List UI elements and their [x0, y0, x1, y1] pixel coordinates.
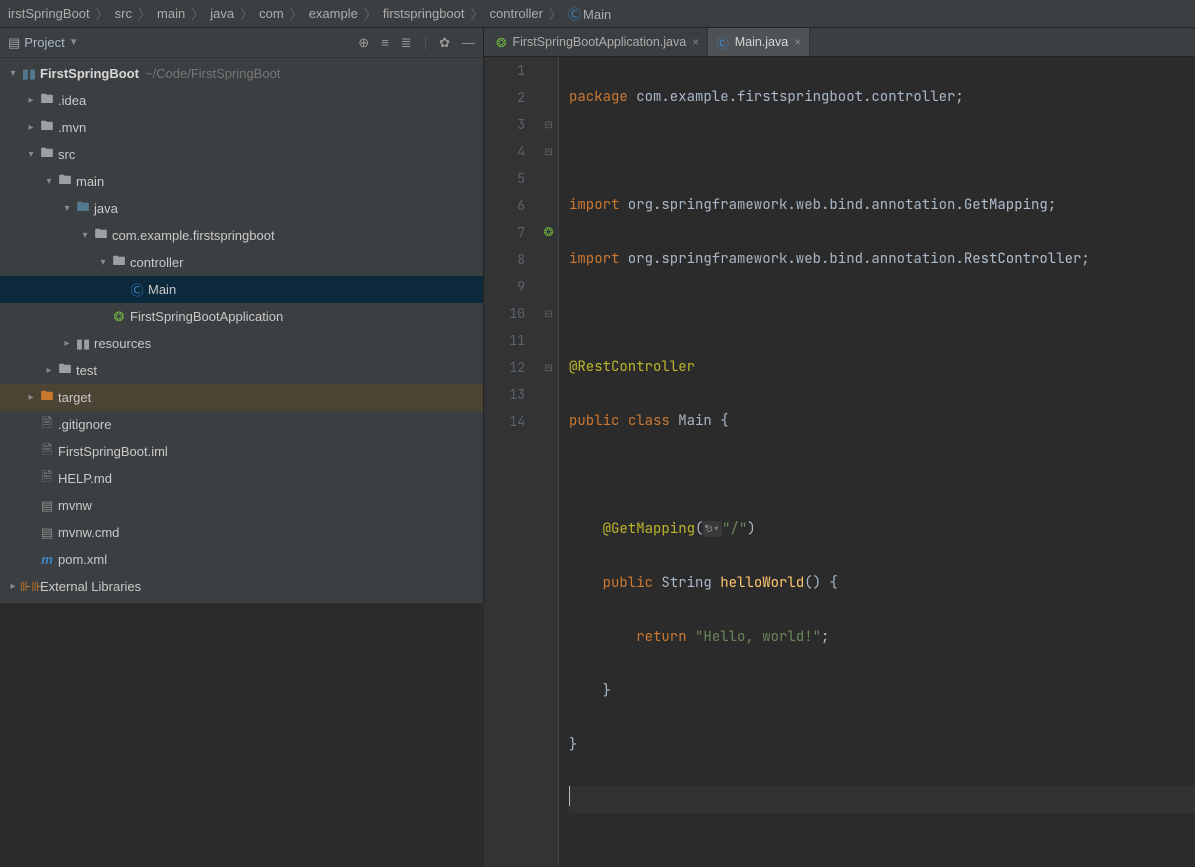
project-view-icon: ▤	[8, 35, 20, 51]
tree-gitignore[interactable]: 🗎.gitignore	[0, 411, 483, 438]
tree-main[interactable]: ▾🖿main	[0, 168, 483, 195]
tree-mvn[interactable]: ▸🖿.mvn	[0, 114, 483, 141]
minimize-icon[interactable]: —	[462, 35, 475, 51]
close-icon[interactable]: ×	[794, 35, 801, 49]
editor-body[interactable]: 1 2 3 4 5 6 7 8 9 10 11 12 13 14 ⊟ ⊟ ❂	[484, 57, 1195, 867]
tree-idea[interactable]: ▸🖿.idea	[0, 87, 483, 114]
tree-mvnw[interactable]: ▤mvnw	[0, 492, 483, 519]
tree-external-libs[interactable]: ▸⊪⊪External Libraries	[0, 573, 483, 600]
editor-panel: ❂ FirstSpringBootApplication.java × Ⓒ Ma…	[484, 28, 1195, 603]
crumb-main-class[interactable]: ⒸMain	[566, 2, 613, 25]
crumb-java[interactable]: java	[208, 4, 236, 23]
tab-firstspringbootapplication[interactable]: ❂ FirstSpringBootApplication.java ×	[488, 28, 708, 56]
tree-src[interactable]: ▾🖿src	[0, 141, 483, 168]
dropdown-icon[interactable]: ▼	[69, 37, 79, 48]
tree-target[interactable]: ▸🖿target	[0, 384, 483, 411]
crumb-project[interactable]: irstSpringBoot	[6, 4, 92, 23]
collapse-all-icon[interactable]: ≣	[401, 35, 412, 51]
close-icon[interactable]: ×	[692, 35, 699, 49]
crumb-controller[interactable]: controller	[488, 4, 545, 23]
tree-resources[interactable]: ▸▮▮resources	[0, 330, 483, 357]
project-header: ▤ Project ▼ ⊕ ≡ ≣ | ✿ —	[0, 28, 483, 58]
crumb-com[interactable]: com	[257, 4, 286, 23]
tree-pkg[interactable]: ▾🖿com.example.firstspringboot	[0, 222, 483, 249]
spring-icon: ❂	[496, 35, 506, 50]
tree-pom[interactable]: mpom.xml	[0, 546, 483, 573]
gutter-icons: ⊟ ⊟ ❂ ⊟ ⊟	[539, 57, 559, 867]
project-tree[interactable]: ▾▮▮FirstSpringBoot~/Code/FirstSpringBoot…	[0, 58, 483, 603]
project-title[interactable]: Project	[24, 35, 64, 50]
project-tool-window: ▤ Project ▼ ⊕ ≡ ≣ | ✿ — ▾▮▮FirstSpringBo…	[0, 28, 484, 603]
tab-main[interactable]: Ⓒ Main.java ×	[708, 28, 810, 56]
expand-all-icon[interactable]: ≡	[381, 35, 389, 51]
tree-controller[interactable]: ▾🖿controller	[0, 249, 483, 276]
line-gutter: 1 2 3 4 5 6 7 8 9 10 11 12 13 14	[484, 57, 539, 867]
spring-bean-icon[interactable]: ❂	[543, 219, 553, 246]
crumb-src[interactable]: src	[113, 4, 134, 23]
breadcrumb: irstSpringBoot〉 src〉 main〉 java〉 com〉 ex…	[0, 0, 1195, 28]
code-area[interactable]: package com.example.firstspringboot.cont…	[559, 57, 1195, 867]
tree-main-class[interactable]: ⒸMain	[0, 276, 483, 303]
gear-icon[interactable]: ✿	[439, 35, 450, 51]
fold-icon[interactable]: ⊟	[544, 111, 552, 138]
tree-mvnwcmd[interactable]: ▤mvnw.cmd	[0, 519, 483, 546]
crumb-main[interactable]: main	[155, 4, 187, 23]
tree-test[interactable]: ▸🖿test	[0, 357, 483, 384]
editor-tabs: ❂ FirstSpringBootApplication.java × Ⓒ Ma…	[484, 28, 1195, 57]
crumb-example[interactable]: example	[307, 4, 360, 23]
tree-app-class[interactable]: ❂FirstSpringBootApplication	[0, 303, 483, 330]
fold-icon[interactable]: ⊟	[544, 138, 552, 165]
tree-root[interactable]: ▾▮▮FirstSpringBoot~/Code/FirstSpringBoot	[0, 60, 483, 87]
tree-iml[interactable]: 🗎FirstSpringBoot.iml	[0, 438, 483, 465]
class-icon: Ⓒ	[716, 33, 729, 52]
fold-end-icon[interactable]: ⊟	[544, 354, 552, 381]
locate-icon[interactable]: ⊕	[358, 35, 369, 51]
crumb-fsb[interactable]: firstspringboot	[381, 4, 467, 23]
fold-icon[interactable]: ⊟	[544, 300, 552, 327]
tree-java[interactable]: ▾🖿java	[0, 195, 483, 222]
tree-help[interactable]: 🗎HELP.md	[0, 465, 483, 492]
